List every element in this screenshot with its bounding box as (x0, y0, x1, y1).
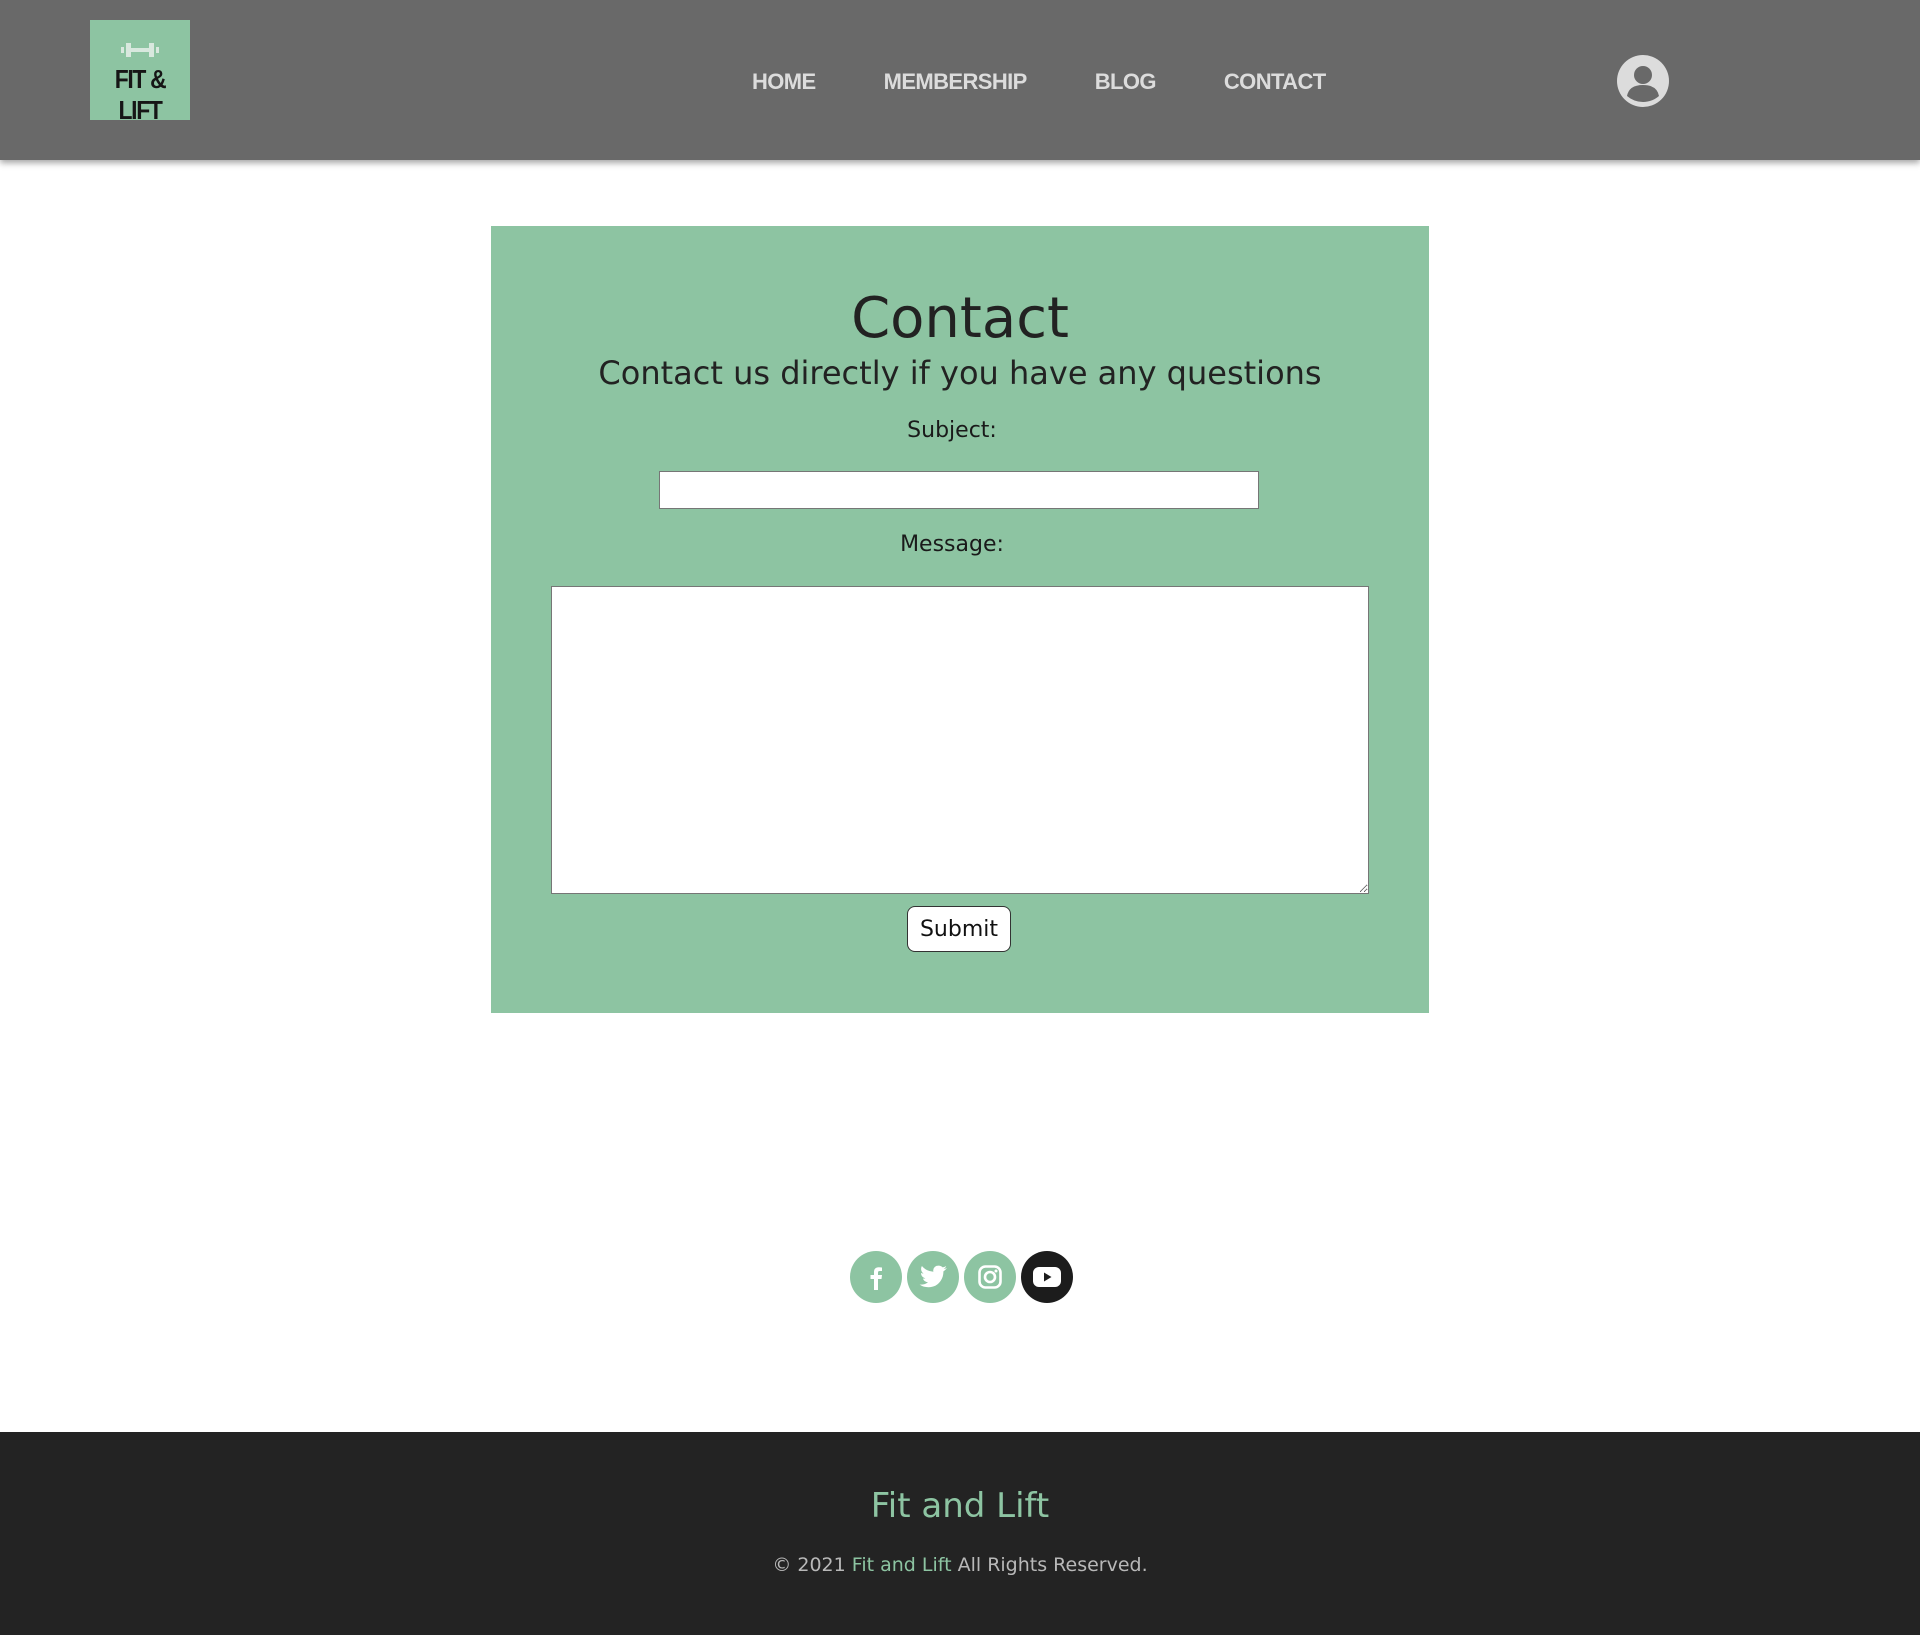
main-nav: HOME MEMBERSHIP BLOG CONTACT (752, 62, 1326, 102)
copyright-prefix: © 2021 (772, 1554, 846, 1576)
nav-membership[interactable]: MEMBERSHIP (884, 62, 1028, 102)
nav-blog[interactable]: BLOG (1095, 62, 1157, 102)
footer-copyright: © 2021 Fit and Lift All Rights Reserved. (0, 1554, 1920, 1576)
nav-contact[interactable]: CONTACT (1224, 62, 1326, 102)
nav-home[interactable]: HOME (752, 62, 816, 102)
message-textarea[interactable] (551, 586, 1369, 894)
message-label: Message: (900, 532, 1004, 557)
footer-brand: Fit and Lift (870, 1486, 1050, 1526)
facebook-icon[interactable] (850, 1251, 902, 1303)
twitter-icon[interactable] (907, 1251, 959, 1303)
page-title: Contact (851, 286, 1069, 351)
logo-text: FIT & LIFT (114, 64, 167, 125)
subject-label: Subject: (907, 418, 997, 443)
site-logo[interactable]: FIT & LIFT (90, 20, 190, 125)
copyright-suffix: All Rights Reserved. (957, 1554, 1148, 1576)
youtube-icon[interactable] (1021, 1251, 1073, 1303)
submit-button[interactable]: Submit (907, 906, 1011, 952)
user-avatar-icon[interactable] (1617, 55, 1669, 107)
subject-input[interactable] (659, 471, 1259, 509)
contact-panel: Contact Contact us directly if you have … (491, 226, 1429, 1013)
social-links (850, 1251, 1073, 1303)
dumbbell-icon (121, 43, 159, 57)
site-footer: Fit and Lift © 2021 Fit and Lift All Rig… (0, 1432, 1920, 1635)
instagram-icon[interactable] (964, 1251, 1016, 1303)
page-subtitle: Contact us directly if you have any ques… (598, 354, 1322, 392)
copyright-brand-link[interactable]: Fit and Lift (852, 1554, 952, 1576)
site-header: FIT & LIFT HOME MEMBERSHIP BLOG CONTACT (0, 0, 1920, 160)
